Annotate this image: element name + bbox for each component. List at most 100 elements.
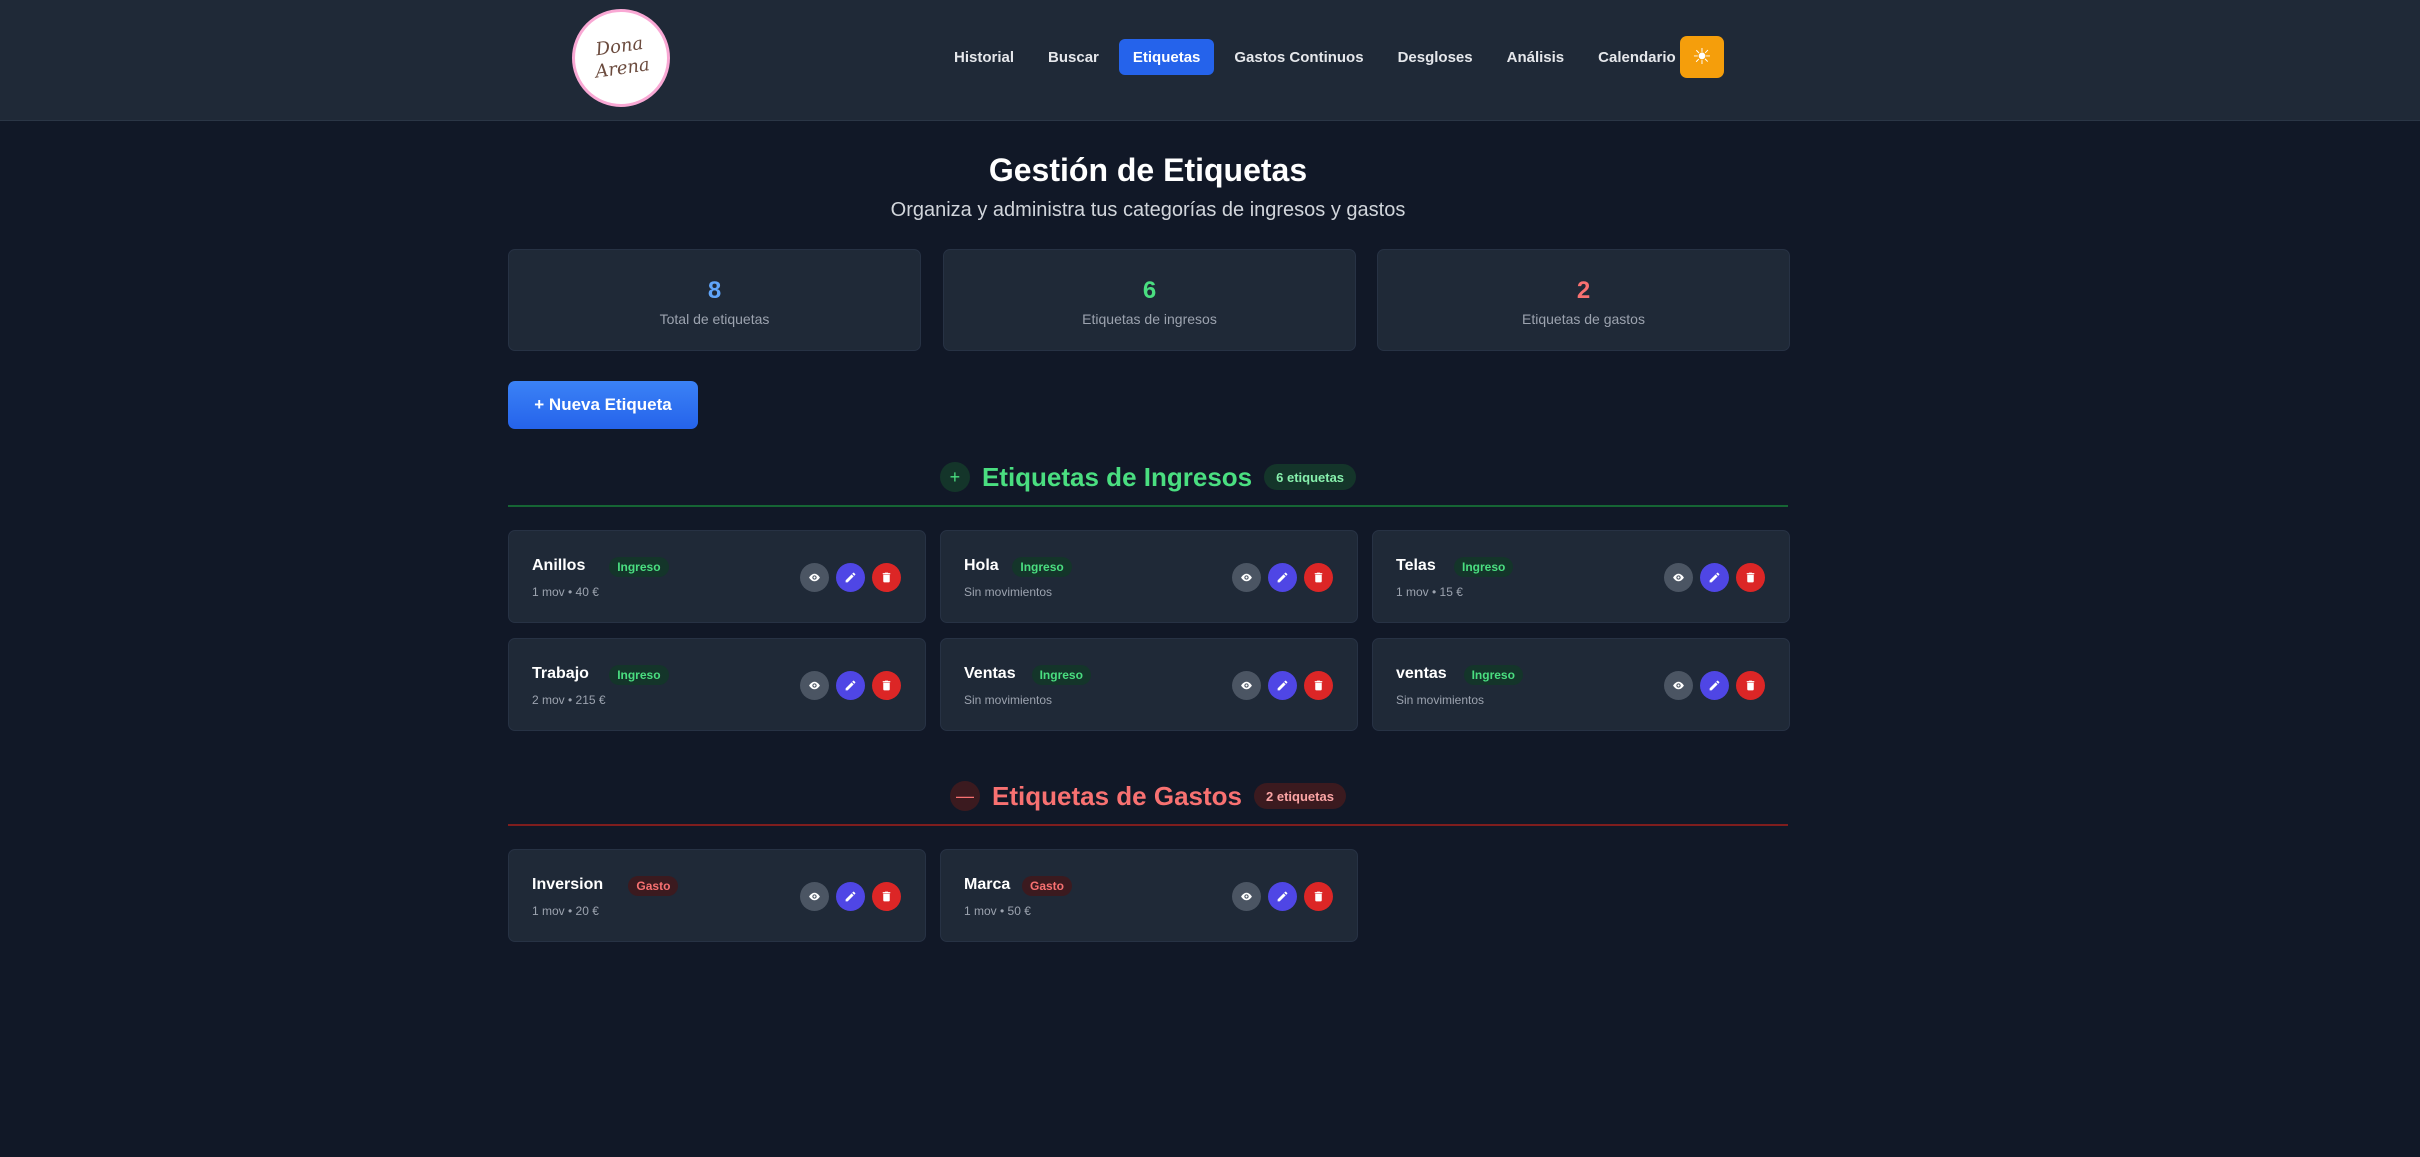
expense-divider: [508, 824, 1788, 826]
eye-icon: [1673, 681, 1684, 690]
edit-tag-button[interactable]: [1268, 882, 1297, 911]
view-tag-button[interactable]: [1232, 882, 1261, 911]
tag-name: Trabajo: [532, 665, 589, 682]
income-divider: [508, 505, 1788, 507]
stat-income: 6 Etiquetas de ingresos: [943, 249, 1356, 351]
eye-icon: [809, 681, 820, 690]
trash-icon: [1314, 891, 1323, 902]
view-tag-button[interactable]: [1664, 563, 1693, 592]
tag-actions: [1664, 671, 1765, 700]
new-tag-button[interactable]: + Nueva Etiqueta: [508, 381, 698, 429]
view-tag-button[interactable]: [800, 671, 829, 700]
nav-buscar[interactable]: Buscar: [1034, 39, 1113, 75]
expense-count-badge: 2 etiquetas: [1254, 783, 1346, 809]
sun-icon: ☀: [1692, 44, 1712, 69]
nav-desgloses[interactable]: Desgloses: [1384, 39, 1487, 75]
eye-icon: [809, 892, 820, 901]
pencil-icon: [1709, 572, 1720, 583]
tag-meta: 1 mov • 50 €: [964, 904, 1031, 918]
tag-name: Anillos: [532, 557, 586, 574]
income-tag-card[interactable]: Ventas Ingreso Sin movimientos: [940, 638, 1358, 731]
tag-meta: Sin movimientos: [964, 585, 1053, 599]
income-section-header: + Etiquetas de Ingresos 6 etiquetas: [508, 457, 1788, 497]
nav-analisis[interactable]: Análisis: [1493, 39, 1579, 75]
tag-type-badge: Ingreso: [1031, 665, 1091, 685]
view-tag-button[interactable]: [800, 563, 829, 592]
expense-tag-card[interactable]: Inversion Gasto 1 mov • 20 €: [508, 849, 926, 942]
tag-actions: [800, 671, 901, 700]
edit-tag-button[interactable]: [1700, 671, 1729, 700]
logo-text: Dona Arena: [593, 32, 651, 83]
nav-etiquetas[interactable]: Etiquetas: [1118, 39, 1215, 75]
view-tag-button[interactable]: [1664, 671, 1693, 700]
eye-icon: [1241, 573, 1252, 582]
tag-meta: 1 mov • 20 €: [532, 904, 599, 918]
income-tag-card[interactable]: Trabajo Ingreso 2 mov • 215 €: [508, 638, 926, 731]
trash-icon: [1314, 680, 1323, 691]
delete-tag-button[interactable]: [1736, 671, 1765, 700]
income-tag-card[interactable]: Telas Ingreso 1 mov • 15 €: [1372, 530, 1790, 623]
delete-tag-button[interactable]: [1304, 671, 1333, 700]
tag-type-badge: Ingreso: [1463, 665, 1523, 685]
eye-icon: [1241, 681, 1252, 690]
pencil-icon: [1277, 891, 1288, 902]
brand-logo[interactable]: Dona Arena: [572, 9, 670, 107]
tag-actions: [1232, 563, 1333, 592]
delete-tag-button[interactable]: [872, 671, 901, 700]
trash-icon: [882, 572, 891, 583]
page-subtitle: Organiza y administra tus categorías de …: [890, 199, 1406, 221]
tag-name: Hola: [964, 557, 999, 574]
view-tag-button[interactable]: [800, 882, 829, 911]
main-nav: Historial Buscar Etiquetas Gastos Contin…: [940, 37, 1690, 77]
income-count-badge: 6 etiquetas: [1264, 464, 1357, 490]
eye-icon: [809, 573, 820, 582]
stat-total: 8 Total de etiquetas: [508, 249, 921, 351]
delete-tag-button[interactable]: [872, 563, 901, 592]
income-tag-card[interactable]: Hola Ingreso Sin movimientos: [940, 530, 1358, 623]
edit-tag-button[interactable]: [836, 563, 865, 592]
tag-type-badge: Ingreso: [609, 665, 669, 685]
pencil-icon: [845, 572, 856, 583]
edit-tag-button[interactable]: [836, 882, 865, 911]
nav-calendario[interactable]: Calendario: [1584, 39, 1690, 75]
plus-icon: +: [939, 462, 970, 492]
pencil-icon: [1277, 680, 1288, 691]
tag-type-badge: Gasto: [1022, 876, 1073, 896]
income-tag-card[interactable]: Anillos Ingreso 1 mov • 40 €: [508, 530, 926, 623]
edit-tag-button[interactable]: [1700, 563, 1729, 592]
delete-tag-button[interactable]: [1304, 882, 1333, 911]
page-title: Gestión de Etiquetas: [988, 152, 1308, 188]
theme-toggle-button[interactable]: ☀: [1680, 36, 1724, 78]
tag-type-badge: Ingreso: [1454, 557, 1514, 577]
income-tag-card[interactable]: ventas Ingreso Sin movimientos: [1372, 638, 1790, 731]
pencil-icon: [845, 680, 856, 691]
delete-tag-button[interactable]: [1736, 563, 1765, 592]
income-section-title: Etiquetas de Ingresos: [981, 461, 1253, 492]
delete-tag-button[interactable]: [872, 882, 901, 911]
tag-actions: [1664, 563, 1765, 592]
edit-tag-button[interactable]: [1268, 671, 1297, 700]
pencil-icon: [1709, 680, 1720, 691]
tag-name: Ventas: [964, 665, 1016, 682]
nav-historial[interactable]: Historial: [940, 39, 1028, 75]
view-tag-button[interactable]: [1232, 563, 1261, 592]
tag-name: Marca: [964, 876, 1011, 893]
delete-tag-button[interactable]: [1304, 563, 1333, 592]
stat-total-label: Total de etiquetas: [659, 311, 770, 327]
tag-actions: [800, 882, 901, 911]
stat-expense-value: 2: [1576, 277, 1591, 304]
tag-name: Telas: [1396, 557, 1436, 574]
tag-type-badge: Gasto: [628, 876, 679, 896]
edit-tag-button[interactable]: [836, 671, 865, 700]
expense-tag-card[interactable]: Marca Gasto 1 mov • 50 €: [940, 849, 1358, 942]
stat-income-label: Etiquetas de ingresos: [1082, 311, 1217, 327]
view-tag-button[interactable]: [1232, 671, 1261, 700]
trash-icon: [1746, 572, 1755, 583]
expense-section-header: — Etiquetas de Gastos 2 etiquetas: [508, 776, 1788, 816]
tag-actions: [800, 563, 901, 592]
edit-tag-button[interactable]: [1268, 563, 1297, 592]
nav-gastos-continuos[interactable]: Gastos Continuos: [1220, 39, 1377, 75]
stat-total-value: 8: [707, 277, 722, 304]
tag-meta: Sin movimientos: [964, 693, 1053, 707]
trash-icon: [882, 680, 891, 691]
